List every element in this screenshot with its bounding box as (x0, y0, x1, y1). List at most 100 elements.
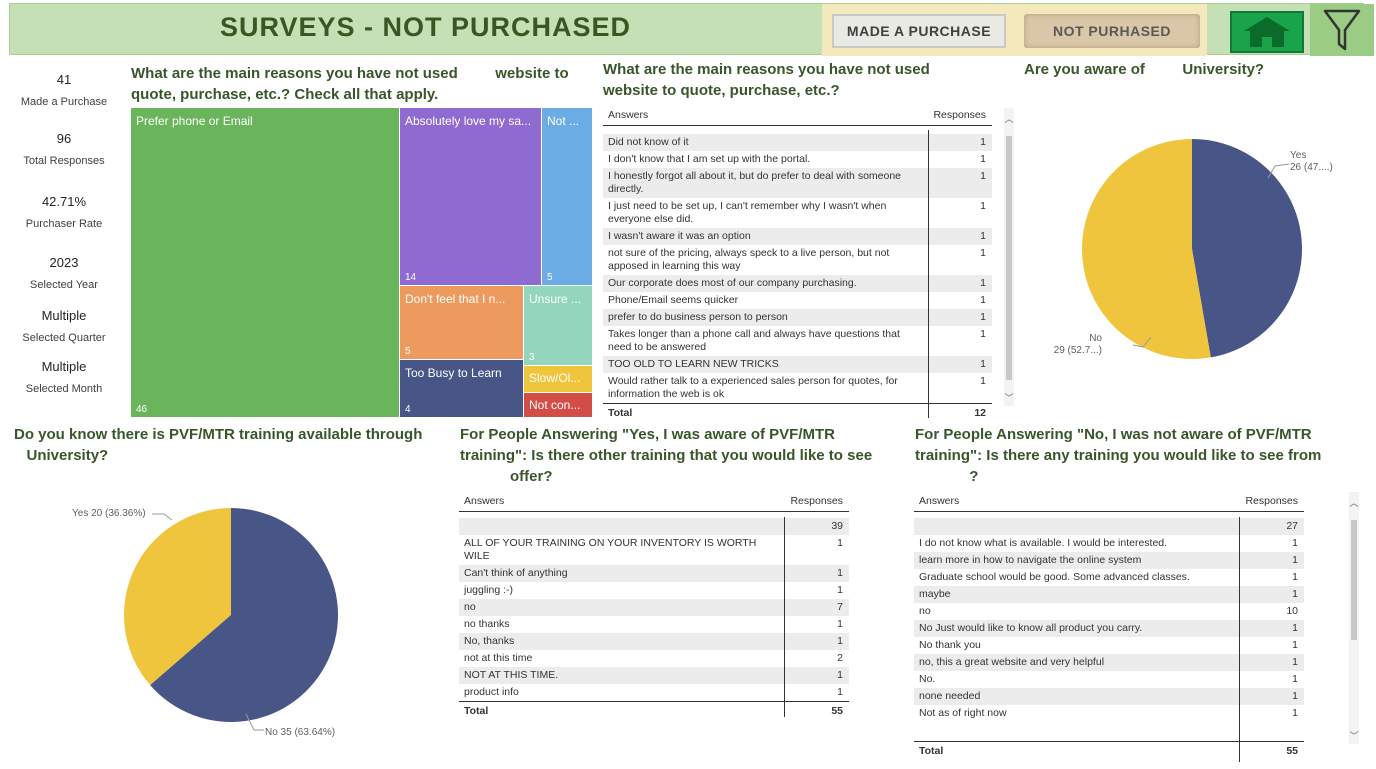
table-row[interactable]: Graduate school would be good. Some adva… (914, 569, 1304, 586)
filter-button[interactable] (1310, 4, 1374, 56)
treemap-tile[interactable]: Too Busy to Learn 4 (400, 360, 524, 418)
responses-cell: 1 (1292, 537, 1298, 549)
kpi-label: Made a Purchase (20, 96, 108, 108)
answer-cell: learn more in how to navigate the online… (919, 554, 1142, 566)
table-row[interactable]: Would rather talk to a experienced sales… (603, 373, 992, 403)
not-purchased-button[interactable]: NOT PURHASED (1024, 14, 1200, 48)
responses-cell: 1 (980, 328, 986, 340)
responses-cell: 7 (837, 601, 843, 613)
kpi-value: 41 (56, 72, 72, 87)
responses-cell: 1 (837, 618, 843, 630)
answer-cell: ALL OF YOUR TRAINING ON YOUR INVENTORY I… (464, 537, 757, 562)
table-row[interactable]: not sure of the pricing, always speck to… (603, 245, 992, 275)
answer-cell: I wasn't aware it was an option (608, 230, 751, 242)
table-row[interactable]: I don't know that I am set up with the p… (603, 151, 992, 168)
table-row[interactable]: I do not know what is available. I would… (914, 535, 1304, 552)
reasons-table: Answers Responses Did not know of it 1 I d… (603, 104, 992, 422)
responses-cell: 1 (980, 170, 986, 182)
scroll-down-icon[interactable]: ﹀ (1349, 729, 1359, 742)
table-row[interactable]: no 7 (459, 599, 849, 616)
kpi-value: Multiple (41, 308, 87, 323)
scrollbar-thumb[interactable] (1351, 520, 1357, 640)
table-total-row: Total 12 (603, 403, 992, 422)
table-row[interactable]: Did not know of it 1 (603, 134, 992, 151)
treemap-tile[interactable]: Absolutely love my sa... 14 (400, 108, 542, 286)
scroll-up-icon[interactable]: ︿ (1004, 112, 1014, 125)
table-row[interactable]: Our corporate does most of our company p… (603, 275, 992, 292)
column-divider (784, 517, 785, 717)
kpi-purchaser-rate: 42.71% Purchaser Rate (12, 194, 116, 230)
answer-cell: I honestly forgot all about it, but do p… (608, 170, 902, 195)
answer-cell: Our corporate does most of our company p… (608, 277, 857, 289)
answer-cell: No. (919, 673, 936, 685)
answer-cell: not sure of the pricing, always speck to… (608, 247, 890, 272)
answer-cell: no (464, 601, 476, 613)
table-row[interactable]: Takes longer than a phone call and alway… (603, 326, 992, 356)
table-row[interactable]: NOT AT THIS TIME. 1 (459, 667, 849, 684)
made-purchase-button[interactable]: MADE A PURCHASE (832, 14, 1006, 48)
no-table-scrollbar[interactable]: ︿ ﹀ (1349, 492, 1359, 744)
table-row[interactable]: juggling :-) 1 (459, 582, 849, 599)
answer-cell: Takes longer than a phone call and alway… (608, 328, 900, 353)
responses-cell: 1 (980, 358, 986, 370)
training-pie-title: Do you know there is PVF/MTR training av… (14, 426, 423, 464)
responses-cell: 27 (1286, 520, 1298, 532)
answer-cell: no, this a great website and very helpfu… (919, 656, 1105, 668)
treemap-tile[interactable]: Prefer phone or Email 46 (131, 108, 400, 418)
table-row[interactable]: I wasn't aware it was an option 1 (603, 228, 992, 245)
home-button[interactable] (1230, 11, 1304, 53)
treemap-tile[interactable]: Not con... (524, 393, 593, 418)
table-row[interactable]: Phone/Email seems quicker 1 (603, 292, 992, 309)
answer-cell: Can't think of anything (464, 567, 568, 579)
table-row[interactable]: not at this time 2 (459, 650, 849, 667)
table-row[interactable]: none needed 1 (914, 688, 1304, 705)
table-row[interactable]: maybe 1 (914, 586, 1304, 603)
responses-cell: 1 (1292, 707, 1298, 719)
table-row[interactable]: No. 1 (914, 671, 1304, 688)
table-row[interactable]: No Just would like to know all product y… (914, 620, 1304, 637)
responses-cell: 1 (1292, 588, 1298, 600)
table-row[interactable]: TOO OLD TO LEARN NEW TRICKS 1 (603, 356, 992, 373)
answer-cell: prefer to do business person to person (608, 311, 788, 323)
answer-cell: juggling :-) (464, 584, 514, 596)
page-title: SURVEYS - NOT PURCHASED (220, 12, 632, 42)
responses-cell: 1 (980, 153, 986, 165)
table-row[interactable]: prefer to do business person to person 1 (603, 309, 992, 326)
filter-icon (1323, 9, 1361, 51)
table-row[interactable]: 39 (459, 518, 849, 535)
table-row[interactable]: no thanks 1 (459, 616, 849, 633)
table-row[interactable]: I just need to be set up, I can't rememb… (603, 198, 992, 228)
treemap-tile[interactable]: Slow/Ol... (524, 366, 593, 393)
table-row[interactable]: ALL OF YOUR TRAINING ON YOUR INVENTORY I… (459, 535, 849, 565)
table-row[interactable]: No, thanks 1 (459, 633, 849, 650)
responses-cell: 1 (1292, 554, 1298, 566)
table-row[interactable]: Can't think of anything 1 (459, 565, 849, 582)
table-row[interactable]: no, this a great website and very helpfu… (914, 654, 1304, 671)
reasons-treemap: Prefer phone or Email 46 Absolutely love … (131, 108, 593, 418)
answer-cell: No thank you (919, 639, 981, 651)
yes-training-table: Answers Responses 39 ALL OF YOUR TRAINING… (459, 490, 849, 720)
scroll-up-icon[interactable]: ︿ (1349, 496, 1359, 509)
table-row[interactable]: 27 (914, 518, 1304, 535)
treemap-tile[interactable]: Don't feel that I n... 5 (400, 286, 524, 360)
table-row[interactable]: learn more in how to navigate the online… (914, 552, 1304, 569)
responses-cell: 1 (837, 686, 843, 698)
reasons-table-scrollbar[interactable]: ︿ ﹀ (1004, 108, 1014, 406)
answer-cell: none needed (919, 690, 981, 702)
table-row[interactable]: no 10 (914, 603, 1304, 620)
answer-cell: Not as of right now (919, 707, 1007, 719)
treemap-tile[interactable]: Unsure ... 3 (524, 286, 593, 366)
aware-no-label: No 29 (52.7...) (1053, 333, 1102, 356)
table-row[interactable]: No thank you 1 (914, 637, 1304, 654)
kpi-selected-month: Multiple Selected Month (12, 359, 116, 395)
table-row[interactable]: product info 1 (459, 684, 849, 701)
treemap-tile[interactable]: Not ... 5 (542, 108, 593, 286)
answer-cell: No, thanks (464, 635, 515, 647)
table-row[interactable]: Not as of right now 1 (914, 705, 1304, 722)
table-body: Did not know of it 1 I don't know that I a… (603, 134, 992, 403)
scrollbar-thumb[interactable] (1006, 136, 1012, 380)
table-row[interactable]: I honestly forgot all about it, but do p… (603, 168, 992, 198)
scroll-down-icon[interactable]: ﹀ (1004, 391, 1014, 404)
kpi-total-responses: 96 Total Responses (12, 131, 116, 167)
table-total-row: Total 55 (914, 741, 1304, 760)
